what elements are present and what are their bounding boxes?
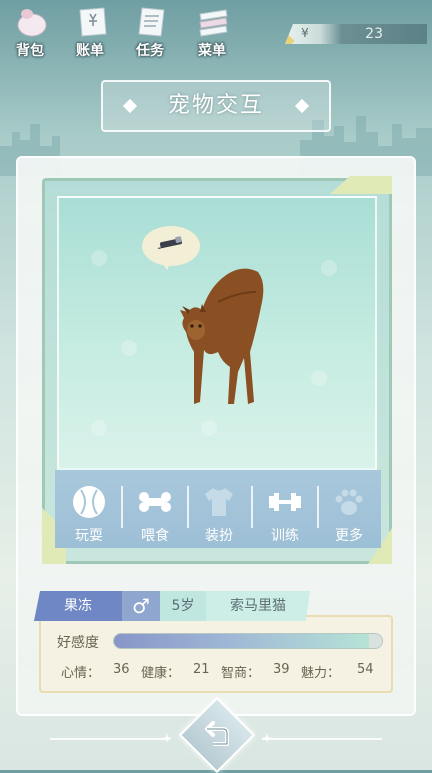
pet-info-box [39,615,393,693]
task-button[interactable]: 任务 [124,4,176,60]
sparkle-icon [262,733,272,743]
charm-value: 54 [357,662,374,677]
bill-icon [79,7,107,37]
affection-label: 好感度 [57,635,99,651]
decorative-line [50,738,170,740]
train-label: 训练 [271,528,299,544]
dress-up-label: 装扮 [205,528,233,544]
bill-button[interactable]: 账单 [64,4,116,60]
charm-label: 魅力： [301,666,341,681]
health-label: 健康： [141,666,181,681]
dumbbell-icon [269,493,301,511]
bone-icon [139,492,171,512]
more-label: 更多 [335,528,363,544]
ball-icon [73,486,105,518]
bill-label: 账单 [76,43,104,59]
pet-age-tag: 5岁 [160,591,206,621]
play-label: 玩耍 [75,528,103,544]
laser-pointer-icon [157,236,183,249]
mood-label: 心情： [61,666,101,681]
money-display: ¥ 23 [285,24,427,44]
sparkle-icon [162,733,172,743]
bag-icon [17,9,47,37]
intelligence-value: 39 [273,662,290,677]
bag-label: 背包 [16,43,44,59]
affection-bar-fill [114,634,369,648]
pet-breed-tag: 索马里猫 [206,591,310,621]
menu-button[interactable]: 菜单 [186,4,238,60]
decorative-line [262,738,382,740]
money-value: 23 [365,26,383,42]
feed-button[interactable]: 喂食 [123,470,187,548]
affection-bar [113,633,383,649]
shirt-icon [205,488,233,516]
health-value: 21 [193,662,210,677]
return-arrow-icon [205,721,229,746]
bag-button[interactable]: 背包 [4,4,56,60]
dress-up-button[interactable]: 装扮 [187,470,251,548]
pet-name-tag: 果冻 [34,591,122,621]
task-list-icon [138,7,165,37]
menu-label: 菜单 [198,43,226,59]
gold-diamond-icon [285,35,295,44]
gender-icon: ♂ [122,591,160,621]
intelligence-label: 智商： [221,666,261,681]
task-label: 任务 [136,43,164,59]
yen-icon: ¥ [301,26,309,40]
train-button[interactable]: 训练 [253,470,317,548]
paw-icon [335,489,363,515]
menu-icon [199,9,228,37]
more-button[interactable]: 更多 [317,470,381,548]
page-title-box: 宠物交互 [101,80,331,132]
feed-label: 喂食 [141,528,169,544]
mood-value: 36 [113,662,130,677]
play-button[interactable]: 玩耍 [57,470,121,548]
action-bar: 玩耍 喂食 装扮 训练 更多 [55,470,381,548]
cat-pet[interactable] [178,262,268,412]
top-bar: 背包 账单 任务 菜单 ¥ 23 [0,0,432,62]
